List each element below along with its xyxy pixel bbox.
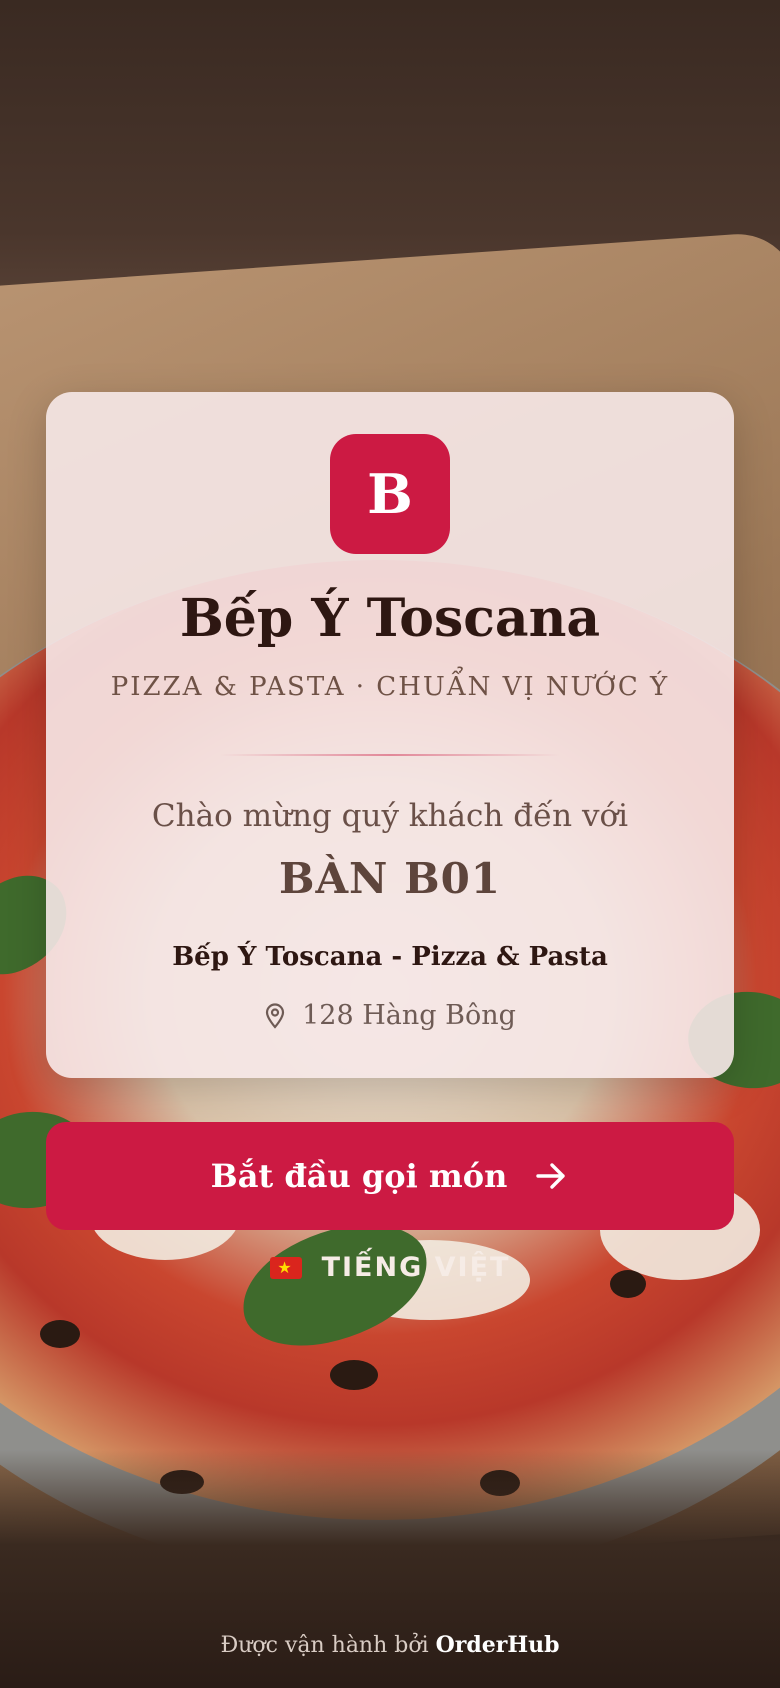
language-label: TIẾNG VIỆT xyxy=(321,1252,511,1283)
map-pin-icon xyxy=(264,1002,286,1029)
restaurant-tagline: PIZZA & PASTA · CHUẨN VỊ NƯỚC Ý xyxy=(110,672,670,702)
address-text: 128 Hàng Bông xyxy=(302,1000,516,1031)
start-ordering-button[interactable]: Bắt đầu gọi món xyxy=(46,1122,734,1230)
restaurant-logo: B xyxy=(330,434,450,554)
footer-prefix: Được vận hành bởi xyxy=(220,1633,429,1658)
divider xyxy=(220,754,560,756)
welcome-card: B Bếp Ý Toscana PIZZA & PASTA · CHUẨN VỊ… xyxy=(46,392,734,1078)
address-row: 128 Hàng Bông xyxy=(46,1000,734,1031)
branch-name: Bếp Ý Toscana - Pizza & Pasta xyxy=(172,942,608,972)
vietnam-flag-icon: ★ xyxy=(269,1256,302,1279)
start-ordering-label: Bắt đầu gọi món xyxy=(210,1157,508,1195)
footer-brand: OrderHub xyxy=(435,1632,560,1658)
restaurant-name: Bếp Ý Toscana xyxy=(179,588,601,649)
arrow-right-icon xyxy=(533,1158,569,1194)
table-label: BÀN B01 xyxy=(278,854,502,903)
language-selector[interactable]: ★ TIẾNG VIỆT xyxy=(0,1252,780,1283)
powered-by-footer: Được vận hành bởi OrderHub xyxy=(0,1632,780,1658)
welcome-text: Chào mừng quý khách đến với xyxy=(151,798,629,834)
